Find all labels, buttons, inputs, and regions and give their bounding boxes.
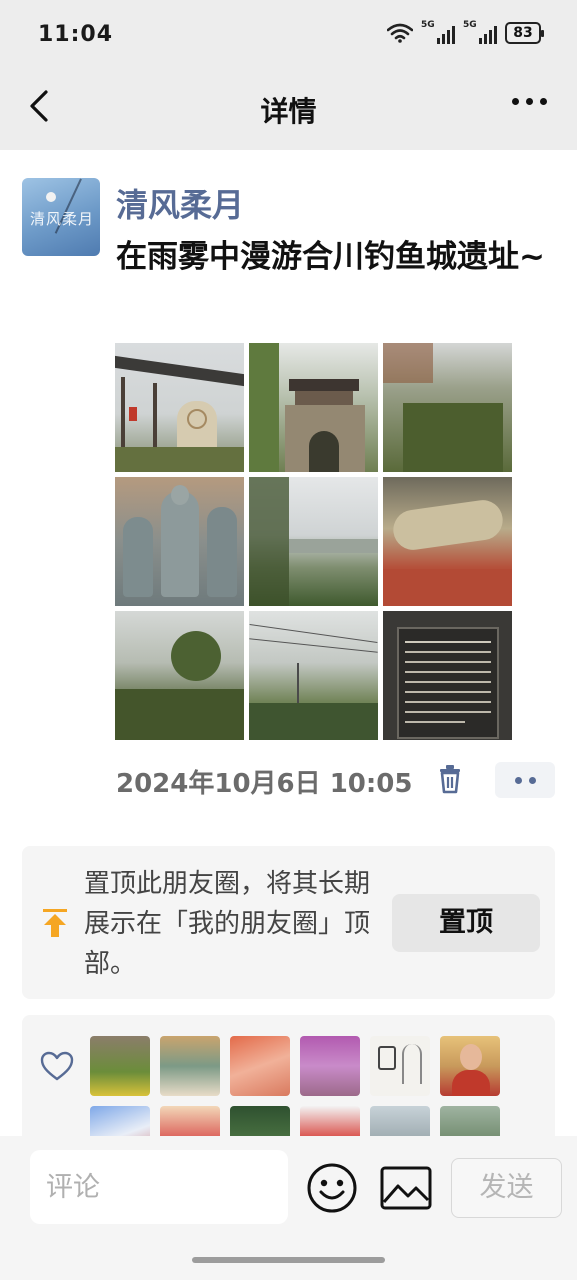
status-time: 11:04 <box>38 22 114 47</box>
avatar[interactable]: 清风柔月 <box>22 178 100 256</box>
likes-section <box>22 1015 555 1155</box>
photo-grid <box>115 343 513 741</box>
photo-thumbnail[interactable] <box>383 611 512 740</box>
pin-top-icon <box>43 909 67 937</box>
home-indicator[interactable] <box>192 1257 385 1263</box>
avatar-caption: 清风柔月 <box>30 210 95 228</box>
wifi-icon <box>387 23 413 43</box>
liker-avatar[interactable] <box>160 1036 220 1096</box>
pin-to-top-card: 置顶此朋友圈，将其长期展示在「我的朋友圈」顶部。 置顶 <box>22 846 555 999</box>
liker-avatar[interactable] <box>300 1036 360 1096</box>
photo-thumbnail[interactable] <box>249 343 378 472</box>
post-timestamp: 2024年10月6日 10:05 <box>116 769 413 799</box>
photo-thumbnail[interactable] <box>249 477 378 606</box>
page-title: 详情 <box>260 95 317 128</box>
post-text: 在雨雾中漫游合川钓鱼城遗址~ <box>116 239 545 275</box>
photo-thumbnail[interactable] <box>115 477 244 606</box>
photo-thumbnail[interactable] <box>383 477 512 606</box>
more-actions-button[interactable] <box>495 762 555 798</box>
comment-input[interactable] <box>30 1150 288 1224</box>
send-button[interactable]: 发送 <box>451 1158 562 1218</box>
liker-avatar[interactable] <box>230 1036 290 1096</box>
navigation-bar: 详情 <box>0 70 577 150</box>
photo-thumbnail[interactable] <box>383 343 512 472</box>
emoji-icon[interactable] <box>306 1162 358 1214</box>
photo-thumbnail[interactable] <box>249 611 378 740</box>
pin-description: 置顶此朋友圈，将其长期展示在「我的朋友圈」顶部。 <box>84 869 371 979</box>
liker-avatar[interactable] <box>90 1036 150 1096</box>
author-name[interactable]: 清风柔月 <box>116 180 244 226</box>
signal-icon: 5G <box>421 20 455 44</box>
liker-avatar[interactable] <box>370 1036 430 1096</box>
status-icons: 5G 5G 83 <box>387 20 544 44</box>
network-type-label: 5G <box>463 20 477 30</box>
pin-to-top-button[interactable]: 置顶 <box>392 894 540 952</box>
image-icon[interactable] <box>380 1166 432 1210</box>
status-bar: 11:04 5G 5G 83 <box>0 0 577 70</box>
trash-icon[interactable] <box>438 764 462 794</box>
photo-thumbnail[interactable] <box>115 343 244 472</box>
photo-thumbnail[interactable] <box>115 611 244 740</box>
liker-avatar[interactable] <box>440 1036 500 1096</box>
signal-icon: 5G <box>463 20 497 44</box>
more-dots-icon[interactable] <box>512 98 547 105</box>
battery-icon: 83 <box>505 22 544 44</box>
heart-icon <box>40 1051 74 1081</box>
comment-composer: 发送 <box>0 1136 577 1280</box>
network-type-label: 5G <box>421 20 435 30</box>
